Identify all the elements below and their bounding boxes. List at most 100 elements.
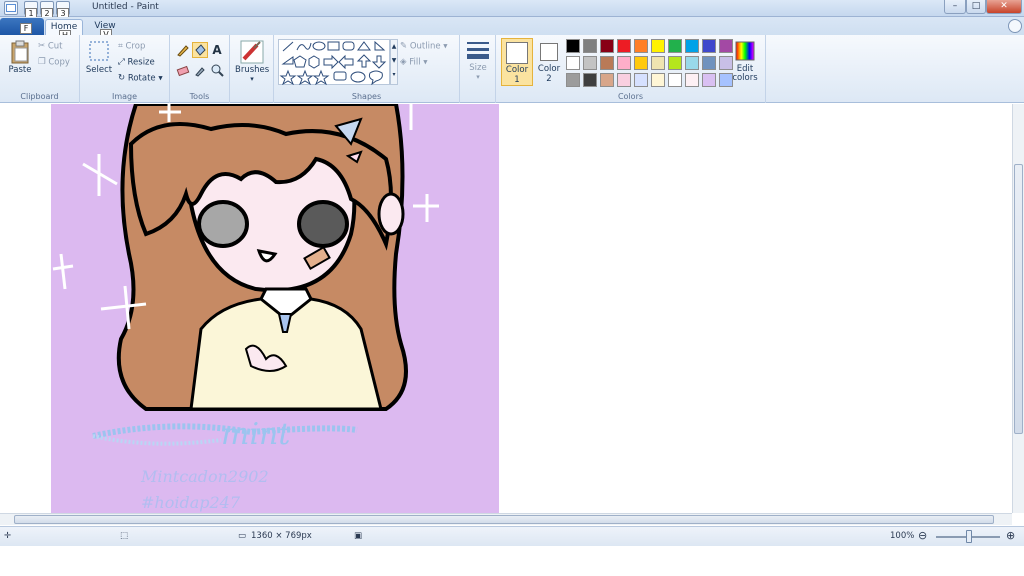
horizontal-scroll-thumb[interactable] — [14, 515, 994, 524]
color-swatch[interactable] — [600, 39, 614, 53]
color2-label: Color — [537, 64, 561, 74]
help-icon[interactable] — [1008, 19, 1022, 33]
color-picker-tool[interactable] — [192, 62, 208, 78]
pencil-tool[interactable] — [175, 42, 191, 58]
color-swatch[interactable] — [668, 39, 682, 53]
rotate-label: Rotate — [127, 73, 156, 84]
chibi-girl-drawing: mint Mintcadon2902 #hoidap247 — [52, 104, 439, 512]
restore-button[interactable]: □ — [966, 0, 986, 14]
color-swatch[interactable] — [634, 73, 648, 87]
title-bar: 1 2 3 Untitled - Paint – □ ✕ — [0, 0, 1024, 19]
size-button[interactable]: Size ▾ — [463, 39, 493, 81]
watermark-name: Mintcadon2902 — [140, 467, 269, 486]
select-icon — [89, 41, 109, 61]
drawing-canvas[interactable]: mint Mintcadon2902 #hoidap247 — [51, 104, 499, 513]
vertical-scroll-thumb[interactable] — [1014, 164, 1023, 434]
color-swatch[interactable] — [651, 73, 665, 87]
color-swatch[interactable] — [685, 39, 699, 53]
cut-label: Cut — [47, 41, 63, 52]
paste-icon — [11, 40, 29, 64]
zoom-out-button[interactable]: ⊖ — [918, 529, 927, 542]
color-swatch[interactable] — [583, 39, 597, 53]
resize-label: Resize — [127, 57, 155, 68]
brushes-label: Brushes — [235, 65, 270, 75]
brush-icon — [240, 40, 264, 64]
color-swatch[interactable] — [634, 56, 648, 70]
blank-area — [0, 546, 1024, 576]
color2-button[interactable]: Color 2 — [536, 38, 562, 86]
color-swatch[interactable] — [617, 39, 631, 53]
file-size-icon: ▣ — [354, 531, 363, 541]
color-swatch[interactable] — [702, 56, 716, 70]
tab-view[interactable]: View V — [88, 19, 122, 40]
paint-app-icon[interactable] — [4, 1, 18, 15]
resize-button[interactable]: ⤢ Resize — [118, 55, 155, 69]
color-swatch[interactable] — [566, 39, 580, 53]
line-size-icon — [467, 42, 489, 59]
fill-label: Fill — [409, 57, 421, 68]
color-swatch[interactable] — [702, 39, 716, 53]
colors-group: Color 1 Color 2 Edit colors Colors — [496, 35, 766, 103]
color-swatch[interactable] — [566, 73, 580, 87]
color-swatch[interactable] — [651, 56, 665, 70]
color-swatch[interactable] — [702, 73, 716, 87]
tools-group-label: Tools — [189, 92, 210, 101]
size-label: Size — [469, 63, 487, 73]
color-swatch[interactable] — [668, 73, 682, 87]
shapes-gallery[interactable] — [278, 39, 390, 85]
color-swatch[interactable] — [583, 73, 597, 87]
edit-colors-button[interactable]: Edit colors — [730, 38, 760, 86]
paint-window: 1 2 3 Untitled - Paint – □ ✕ F Home H Vi… — [0, 0, 1024, 576]
color-swatch[interactable] — [685, 56, 699, 70]
cut-button[interactable]: ✂ Cut — [38, 39, 62, 53]
ribbon-home: Paste ✂ Cut ❐ Copy Clipboard Select ⌗ Cr… — [0, 35, 1024, 103]
fill-button[interactable]: ◈ Fill ▾ — [400, 55, 428, 69]
color-swatch[interactable] — [566, 56, 580, 70]
cursor-position-icon: ✛ — [4, 531, 12, 541]
color-swatch[interactable] — [668, 56, 682, 70]
brushes-button[interactable]: Brushes ▾ — [235, 39, 269, 83]
image-group-label: Image — [111, 92, 138, 101]
minimize-button[interactable]: – — [944, 0, 966, 14]
rainbow-palette-icon — [735, 41, 755, 61]
file-menu-button[interactable]: F — [0, 18, 44, 35]
color-swatch[interactable] — [617, 73, 631, 87]
fill-tool[interactable] — [192, 42, 208, 58]
text-a-icon: A — [212, 43, 222, 57]
shapes-scroll[interactable]: ▲ ▼ ▾ — [390, 39, 398, 85]
canvas-workspace: mint Mintcadon2902 #hoidap247 — [0, 104, 1012, 513]
copy-button[interactable]: ❐ Copy — [38, 55, 70, 69]
rotate-button[interactable]: ↻ Rotate ▾ — [118, 71, 163, 85]
select-button[interactable]: Select — [84, 39, 114, 75]
edit-colors-label: Edit colors — [732, 64, 758, 83]
color-swatch[interactable] — [634, 39, 648, 53]
chevron-down-icon: ▾ — [250, 75, 254, 83]
color1-button[interactable]: Color 1 — [501, 38, 533, 86]
color1-label: Color — [505, 65, 529, 75]
color-swatch[interactable] — [651, 39, 665, 53]
tab-home[interactable]: Home H — [45, 19, 83, 41]
magnifier-tool[interactable] — [209, 62, 225, 78]
eyedropper-icon — [195, 67, 205, 77]
watermark-tag: #hoidap247 — [141, 493, 241, 512]
color-swatch[interactable] — [600, 73, 614, 87]
zoom-in-button[interactable]: ⊕ — [1006, 529, 1015, 542]
color-swatch[interactable] — [685, 73, 699, 87]
paste-button[interactable]: Paste — [5, 39, 35, 75]
clipboard-group: Paste ✂ Cut ❐ Copy Clipboard — [0, 35, 80, 103]
color-swatch[interactable] — [617, 56, 631, 70]
outline-icon: ✎ — [400, 41, 408, 51]
color2-swatch — [540, 43, 558, 61]
outline-button[interactable]: ✎ Outline ▾ — [400, 39, 448, 53]
vertical-scrollbar[interactable] — [1012, 104, 1024, 513]
close-button[interactable]: ✕ — [986, 0, 1022, 14]
color-swatch[interactable] — [600, 56, 614, 70]
window-title: Untitled - Paint — [92, 2, 159, 12]
eraser-tool[interactable] — [175, 62, 191, 78]
text-tool[interactable]: A — [209, 42, 225, 58]
zoom-slider-thumb[interactable] — [966, 530, 972, 543]
color1-swatch — [506, 42, 528, 64]
horizontal-scrollbar[interactable] — [0, 513, 1012, 525]
crop-button[interactable]: ⌗ Crop — [118, 39, 145, 53]
color-swatch[interactable] — [583, 56, 597, 70]
